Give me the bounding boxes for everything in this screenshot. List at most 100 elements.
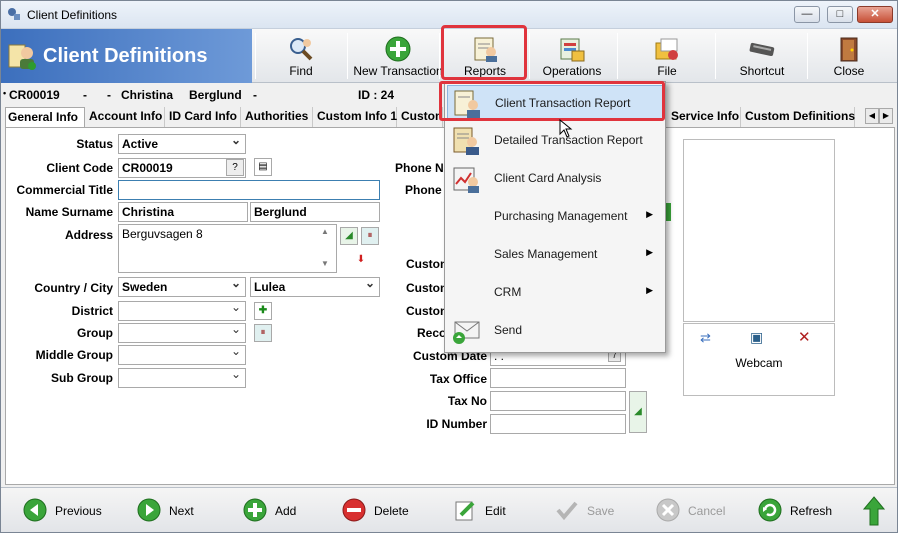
custom-label-3: Custon — [406, 304, 448, 318]
refresh-button[interactable]: Refresh — [758, 498, 848, 524]
commercial-title-field[interactable] — [118, 180, 380, 200]
tab-scroll-right-icon[interactable]: ▶ — [879, 108, 893, 124]
toolbar-separator — [347, 33, 348, 79]
client-last-name-display: Berglund — [189, 88, 242, 102]
reports-highlight-frame — [441, 25, 527, 80]
submenu-arrow-icon: ▶ — [646, 209, 653, 219]
tax-no-field[interactable] — [490, 391, 626, 411]
client-code-display: CR00019 — [9, 88, 60, 102]
add-label: Add — [275, 504, 297, 518]
middle-group-select[interactable] — [118, 345, 246, 365]
tax-map-icon[interactable]: ◢ — [629, 391, 647, 433]
phone-label: Phone — [405, 183, 442, 197]
group-select[interactable] — [118, 323, 246, 343]
add-button[interactable]: Add — [243, 498, 323, 524]
tab-custom[interactable]: Custom — [399, 107, 443, 127]
menu-item-purchasing-management[interactable]: Purchasing Management ▶ — [447, 199, 663, 235]
reports-dropdown-menu: Client Transaction Report Detailed Trans… — [444, 81, 666, 353]
bar-bullet: • — [3, 88, 7, 98]
menu-item-detailed-transaction-report[interactable]: Detailed Transaction Report — [447, 123, 663, 159]
group-label: Group — [77, 326, 113, 340]
toolbar-separator — [529, 33, 530, 79]
refresh-label: Refresh — [790, 504, 833, 518]
submenu-arrow-icon: ▶ — [646, 285, 653, 295]
custom-label-1: Custon — [406, 257, 448, 271]
menu-item-client-card-analysis[interactable]: Client Card Analysis — [447, 161, 663, 197]
close-button[interactable]: Close — [811, 29, 887, 83]
delete-label: Delete — [374, 504, 409, 518]
find-button[interactable]: Find — [259, 29, 343, 83]
document-icon[interactable]: ▤ — [254, 158, 272, 176]
surname-field[interactable]: Berglund — [250, 202, 380, 222]
close-window-button[interactable]: ✕ — [857, 6, 893, 23]
module-banner: Client Definitions — [1, 29, 252, 83]
client-code-lookup-button[interactable]: ? — [226, 159, 244, 176]
cancel-button[interactable]: Cancel — [656, 498, 736, 524]
tab-service-info[interactable]: Service Info — [669, 107, 741, 127]
district-add-icon[interactable]: ✚ — [254, 302, 272, 320]
delete-button[interactable]: Delete — [342, 498, 432, 524]
cancel-label: Cancel — [688, 504, 726, 518]
reco-label: Reco — [417, 326, 447, 340]
operations-label: Operations — [542, 64, 602, 78]
address-field[interactable]: Berguvsagen 8 — [118, 224, 337, 273]
close-door-icon — [840, 37, 858, 62]
menu-item-sales-management[interactable]: Sales Management ▶ — [447, 237, 663, 273]
submenu-arrow-icon: ▶ — [646, 247, 653, 257]
maximize-button[interactable]: □ — [827, 6, 853, 23]
mouse-cursor-icon — [559, 119, 573, 138]
menu-item-label: Sales Management — [494, 247, 598, 261]
client-definitions-icon — [8, 44, 36, 70]
id-number-field[interactable] — [490, 414, 626, 434]
address-scroll-up-icon[interactable]: ▲ — [321, 227, 329, 236]
tab-general-info[interactable]: General Info — [5, 107, 85, 128]
minimize-button[interactable]: — — [794, 6, 820, 23]
menu-item-send[interactable]: Send — [447, 313, 663, 349]
address-scroll-down-icon[interactable]: ▼ — [321, 259, 329, 268]
new-transaction-button[interactable]: New Transaction — [353, 29, 443, 83]
separator-dash: - — [253, 88, 257, 102]
city-select[interactable]: Lulea — [250, 277, 380, 297]
operations-button[interactable]: Operations — [531, 29, 613, 83]
tab-authorities[interactable]: Authorities — [243, 107, 313, 127]
window-title: Client Definitions — [27, 8, 118, 22]
country-select[interactable]: Sweden — [118, 277, 246, 297]
client-first-name-display: Christina — [121, 88, 174, 102]
group-stop-icon[interactable]: ⏸ — [254, 324, 272, 342]
report-detail-icon — [453, 127, 479, 155]
district-select[interactable] — [118, 301, 246, 321]
address-pin-icon[interactable]: ⬇ — [352, 252, 370, 270]
previous-button[interactable]: Previous — [23, 498, 113, 524]
separator-dash: - — [83, 88, 87, 102]
status-select[interactable]: Active — [118, 134, 246, 154]
next-button[interactable]: Next — [137, 498, 217, 524]
address-stop-icon[interactable]: ⏸ — [361, 227, 379, 245]
status-label: Status — [76, 137, 113, 151]
address-map-icon[interactable]: ◢ — [340, 227, 358, 245]
scroll-top-arrow-icon[interactable] — [863, 496, 885, 526]
webcam-label[interactable]: Webcam — [684, 356, 834, 370]
file-button[interactable]: File — [621, 29, 713, 83]
capture-icon[interactable]: ⇄ — [700, 330, 711, 346]
tab-custom-definitions[interactable]: Custom Definitions — [743, 107, 855, 127]
shortcut-button[interactable]: Shortcut — [719, 29, 805, 83]
tax-office-field[interactable] — [490, 368, 626, 388]
name-field[interactable]: Christina — [118, 202, 248, 222]
edit-button[interactable]: Edit — [453, 498, 533, 524]
middle-group-label: Middle Group — [35, 348, 113, 362]
tab-id-card-info[interactable]: ID Card Info — [167, 107, 241, 127]
tab-scroll-left-icon[interactable]: ◀ — [865, 108, 879, 124]
client-photo-area[interactable] — [683, 139, 835, 322]
tab-custom-info-1[interactable]: Custom Info 1 — [315, 107, 397, 127]
sub-group-select[interactable] — [118, 368, 246, 388]
address-label: Address — [64, 228, 113, 242]
find-label: Find — [289, 64, 313, 78]
edit-icon — [455, 501, 475, 521]
delete-photo-icon[interactable]: ✕ — [798, 328, 811, 346]
analysis-icon — [453, 167, 479, 193]
menu-item-crm[interactable]: CRM ▶ — [447, 275, 663, 311]
save-button[interactable]: Save — [555, 498, 635, 524]
tab-account-info[interactable]: Account Info — [87, 107, 165, 127]
menu-item-label: Client Card Analysis — [494, 171, 602, 185]
screen-icon[interactable]: ▣ — [750, 329, 763, 346]
